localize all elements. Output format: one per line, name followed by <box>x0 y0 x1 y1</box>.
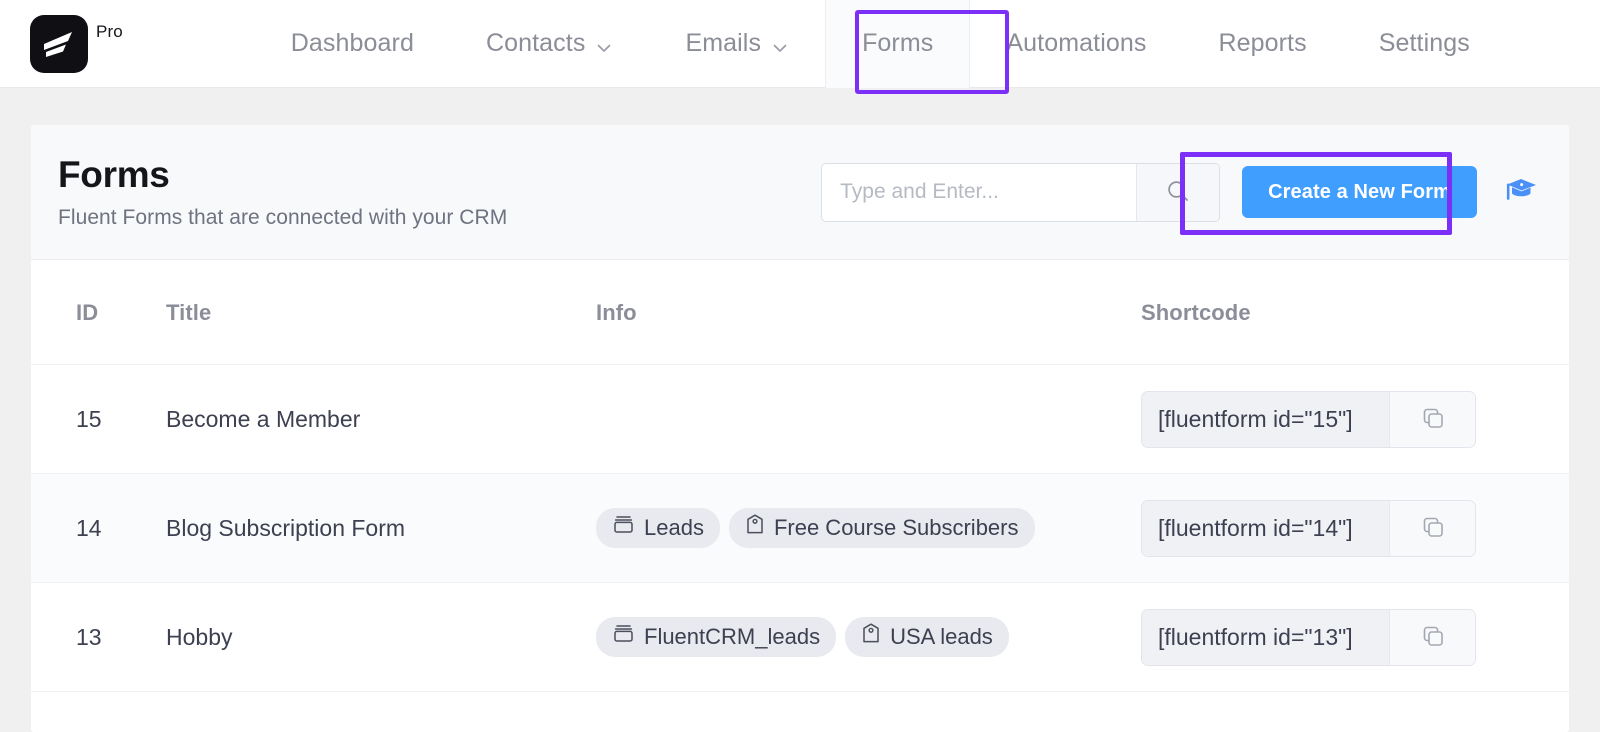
list-tag[interactable]: FluentCRM_leads <box>596 617 836 657</box>
crm-tag[interactable]: Free Course Subscribers <box>729 508 1035 548</box>
forms-table-head: ID Title Info Shortcode <box>31 260 1569 365</box>
create-a-new-form-button[interactable]: Create a New Form <box>1242 166 1477 218</box>
forms-card-header: Forms Fluent Forms that are connected wi… <box>31 125 1569 260</box>
nav-item-emails[interactable]: Emails <box>649 0 825 88</box>
shortcode-text: [fluentform id="14"] <box>1142 501 1389 556</box>
nav-item-dashboard[interactable]: Dashboard <box>255 0 450 88</box>
cell-shortcode: [fluentform id="15"] <box>1116 365 1569 474</box>
nav-item-label: Automations <box>1006 29 1146 58</box>
cell-info: FluentCRM_leads USA leads <box>596 583 1116 692</box>
pro-badge: Pro <box>96 23 123 40</box>
cell-title: Become a Member <box>166 365 596 474</box>
shortcode-text: [fluentform id="15"] <box>1142 392 1389 447</box>
page-title: Forms <box>58 154 821 197</box>
copy-shortcode-button[interactable] <box>1389 501 1475 556</box>
cell-info: Leads Free Course Subscribers <box>596 474 1116 583</box>
cell-shortcode: [fluentform id="13"] <box>1116 583 1569 692</box>
fluentcrm-logo-icon <box>30 15 88 73</box>
shortcode-field[interactable]: [fluentform id="15"] <box>1141 391 1476 448</box>
page-subtitle: Fluent Forms that are connected with you… <box>58 206 821 230</box>
tag-icon <box>745 513 765 543</box>
cell-info <box>596 365 1116 474</box>
nav-item-reports[interactable]: Reports <box>1182 0 1342 88</box>
forms-card: Forms Fluent Forms that are connected wi… <box>31 125 1569 732</box>
tag-list: Leads Free Course Subscribers <box>596 508 1116 548</box>
tag-label: FluentCRM_leads <box>644 622 820 652</box>
chevron-down-icon <box>771 35 789 53</box>
chevron-down-icon <box>595 35 613 53</box>
copy-icon <box>1420 623 1446 652</box>
nav-item-label: Settings <box>1379 29 1470 58</box>
column-header-id[interactable]: ID <box>31 260 166 365</box>
cell-id: 13 <box>31 583 166 692</box>
cell-id: 14 <box>31 474 166 583</box>
tag-label: USA leads <box>890 622 993 652</box>
search-input[interactable] <box>822 164 1136 221</box>
cell-shortcode: [fluentform id="14"] <box>1116 474 1569 583</box>
list-box-icon <box>612 513 635 543</box>
list-tag[interactable]: Leads <box>596 508 720 548</box>
column-header-title[interactable]: Title <box>166 260 596 365</box>
forms-table-body: 15 Become a Member [fluentform id="15"] <box>31 365 1569 692</box>
page-body: Forms Fluent Forms that are connected wi… <box>0 88 1600 732</box>
table-row[interactable]: 13 Hobby <box>31 583 1569 692</box>
nav-item-settings[interactable]: Settings <box>1343 0 1506 88</box>
cell-title: Hobby <box>166 583 596 692</box>
nav-item-forms[interactable]: Forms <box>825 0 970 88</box>
copy-icon <box>1420 405 1446 434</box>
tag-label: Leads <box>644 513 704 543</box>
cell-title: Blog Subscription Form <box>166 474 596 583</box>
nav-item-label: Dashboard <box>291 29 414 58</box>
brand: Pro <box>30 15 123 73</box>
forms-table: ID Title Info Shortcode 15 Become a Memb… <box>31 260 1569 692</box>
nav-item-label: Forms <box>862 29 933 58</box>
graduation-cap-icon[interactable] <box>1503 174 1539 211</box>
nav-item-automations[interactable]: Automations <box>970 0 1182 88</box>
search-button[interactable] <box>1136 164 1219 221</box>
header-text-block: Forms Fluent Forms that are connected wi… <box>58 154 821 230</box>
tag-list: FluentCRM_leads USA leads <box>596 617 1116 657</box>
list-box-icon <box>612 622 635 652</box>
nav-item-contacts[interactable]: Contacts <box>450 0 649 88</box>
copy-icon <box>1420 514 1446 543</box>
copy-shortcode-button[interactable] <box>1389 392 1475 447</box>
tag-label: Free Course Subscribers <box>774 513 1019 543</box>
search-icon <box>1165 178 1191 207</box>
shortcode-field[interactable]: [fluentform id="14"] <box>1141 500 1476 557</box>
nav-item-label: Emails <box>685 29 761 58</box>
tag-icon <box>861 622 881 652</box>
crm-tag[interactable]: USA leads <box>845 617 1009 657</box>
shortcode-field[interactable]: [fluentform id="13"] <box>1141 609 1476 666</box>
cell-id: 15 <box>31 365 166 474</box>
table-header-row: ID Title Info Shortcode <box>31 260 1569 365</box>
column-header-info[interactable]: Info <box>596 260 1116 365</box>
top-navigation-bar: Pro Dashboard Contacts Emails Forms Auto… <box>0 0 1600 88</box>
copy-shortcode-button[interactable] <box>1389 610 1475 665</box>
header-actions: Create a New Form <box>821 163 1539 222</box>
column-header-shortcode[interactable]: Shortcode <box>1116 260 1569 365</box>
shortcode-text: [fluentform id="13"] <box>1142 610 1389 665</box>
nav-item-label: Reports <box>1218 29 1306 58</box>
search-box[interactable] <box>821 163 1220 222</box>
table-row[interactable]: 15 Become a Member [fluentform id="15"] <box>31 365 1569 474</box>
nav-item-label: Contacts <box>486 29 585 58</box>
table-row[interactable]: 14 Blog Subscription Form <box>31 474 1569 583</box>
main-nav: Dashboard Contacts Emails Forms Automati… <box>255 0 1600 88</box>
